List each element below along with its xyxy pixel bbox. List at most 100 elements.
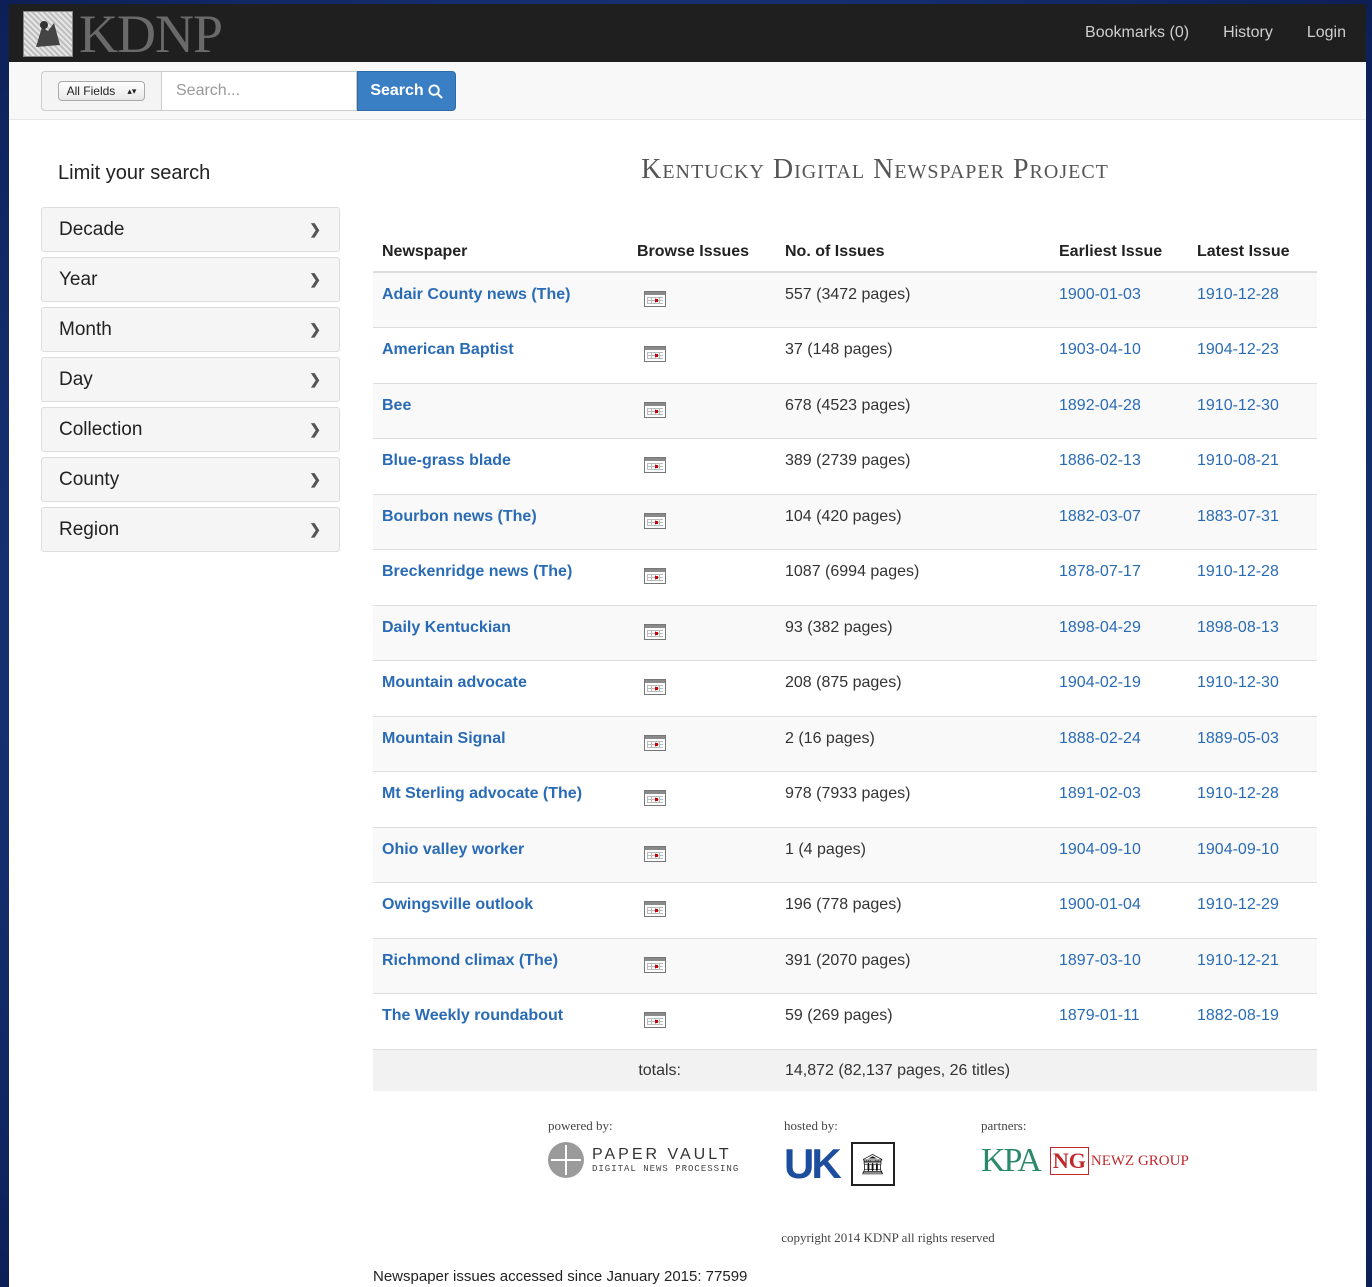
latest-issue-link[interactable]: 1910-08-21: [1197, 452, 1279, 469]
search-field-select[interactable]: All Fields ▴▾: [41, 71, 161, 111]
facet-decade[interactable]: Decade ❯: [41, 207, 340, 252]
earliest-issue-link[interactable]: 1882-03-07: [1059, 508, 1141, 525]
latest-issue-link[interactable]: 1910-12-28: [1197, 286, 1279, 303]
totals-value: 14,872 (82,137 pages, 26 titles): [776, 1048, 1317, 1091]
latest-cell: 1910-12-28: [1188, 271, 1317, 328]
earliest-issue-link[interactable]: 1897-03-10: [1059, 952, 1141, 969]
newspaper-link[interactable]: Mt Sterling advocate (The): [382, 785, 582, 802]
calendar-icon[interactable]: [644, 623, 666, 640]
top-navbar: KDNP Bookmarks (0) History Login: [9, 4, 1366, 62]
newspaper-link[interactable]: The Weekly roundabout: [382, 1007, 563, 1024]
latest-issue-link[interactable]: 1910-12-28: [1197, 563, 1279, 580]
newspaper-link[interactable]: Ohio valley worker: [382, 841, 524, 858]
earliest-issue-link[interactable]: 1886-02-13: [1059, 452, 1141, 469]
search-button[interactable]: Search: [357, 71, 456, 111]
newspaper-link[interactable]: Blue-grass blade: [382, 452, 511, 469]
newspaper-link[interactable]: Breckenridge news (The): [382, 563, 572, 580]
facet-year[interactable]: Year ❯: [41, 257, 340, 302]
earliest-cell: 1903-04-10: [1050, 327, 1188, 383]
newspaper-link[interactable]: Richmond climax (The): [382, 952, 558, 969]
login-link[interactable]: Login: [1307, 24, 1346, 42]
earliest-issue-link[interactable]: 1879-01-11: [1059, 1007, 1140, 1024]
uk-logo[interactable]: UK 🏛: [784, 1140, 895, 1188]
calendar-icon[interactable]: [644, 568, 666, 584]
calendar-icon[interactable]: [644, 901, 666, 917]
earliest-cell: 1888-02-24: [1050, 715, 1188, 772]
browse-cell: [628, 882, 776, 938]
earliest-cell: 1882-03-07: [1050, 493, 1188, 550]
newspaper-link[interactable]: Mountain advocate: [382, 674, 527, 691]
table-row: Mountain Signal 2 (16 pages) 1888-02-24 188…: [373, 715, 1317, 772]
latest-cell: 1883-07-31: [1188, 493, 1317, 550]
latest-issue-link[interactable]: 1910-12-21: [1197, 952, 1279, 969]
latest-issue-link[interactable]: 1910-12-28: [1197, 785, 1279, 802]
facet-region[interactable]: Region ❯: [41, 507, 340, 552]
earliest-issue-link[interactable]: 1892-04-28: [1059, 397, 1141, 414]
latest-cell: 1910-12-30: [1188, 660, 1317, 716]
earliest-issue-link[interactable]: 1898-04-29: [1059, 619, 1141, 636]
calendar-icon[interactable]: [644, 457, 666, 473]
latest-issue-link[interactable]: 1898-08-13: [1197, 619, 1279, 636]
earliest-issue-link[interactable]: 1888-02-24: [1059, 730, 1141, 747]
calendar-icon[interactable]: [644, 401, 666, 418]
latest-issue-link[interactable]: 1904-12-23: [1197, 341, 1279, 358]
latest-issue-link[interactable]: 1910-12-29: [1197, 896, 1279, 913]
newspaper-link[interactable]: Mountain Signal: [382, 730, 506, 747]
powered-by-label: powered by:: [548, 1118, 613, 1133]
earliest-issue-link[interactable]: 1904-09-10: [1059, 841, 1141, 858]
ng-logo: NG: [1049, 1147, 1089, 1175]
latest-cell: 1910-08-21: [1188, 438, 1317, 494]
calendar-icon[interactable]: [644, 790, 666, 806]
calendar-icon[interactable]: [644, 346, 666, 362]
issues-cell: 678 (4523 pages): [776, 382, 1050, 439]
issues-cell: 1087 (6994 pages): [776, 549, 1050, 605]
earliest-issue-link[interactable]: 1904-02-19: [1059, 674, 1141, 691]
history-link[interactable]: History: [1223, 24, 1273, 42]
calendar-icon[interactable]: [644, 845, 666, 862]
facet-month[interactable]: Month ❯: [41, 307, 340, 352]
newspaper-link[interactable]: Daily Kentuckian: [382, 619, 511, 636]
facet-label: Month: [59, 318, 112, 340]
table-row: Bourbon news (The) 104 (420 pages) 1882-03…: [373, 493, 1317, 550]
partner-logos-group[interactable]: KPA NG NEWZ GROUP: [981, 1142, 1189, 1180]
chevron-right-icon: ❯: [309, 321, 321, 337]
facet-county[interactable]: County ❯: [41, 457, 340, 502]
latest-issue-link[interactable]: 1889-05-03: [1197, 730, 1279, 747]
calendar-icon[interactable]: [644, 512, 666, 529]
search-button-label: Search: [370, 82, 424, 99]
search-group: All Fields ▴▾ Search: [41, 71, 456, 111]
bookmarks-link[interactable]: Bookmarks (0): [1085, 24, 1189, 42]
newspaper-link[interactable]: Owingsville outlook: [382, 896, 533, 913]
search-input[interactable]: [161, 71, 357, 111]
facet-day[interactable]: Day ❯: [41, 357, 340, 402]
newspaper-link[interactable]: Adair County news (The): [382, 286, 570, 303]
brand-logo[interactable]: KDNP: [23, 7, 223, 61]
latest-issue-link[interactable]: 1882-08-19: [1197, 1007, 1279, 1024]
newspaper-link[interactable]: Bee: [382, 397, 411, 414]
newspaper-link[interactable]: American Baptist: [382, 341, 514, 358]
latest-issue-link[interactable]: 1904-09-10: [1197, 841, 1279, 858]
table-row: Richmond climax (The) 391 (2070 pages) 189…: [373, 937, 1317, 994]
earliest-issue-link[interactable]: 1878-07-17: [1059, 563, 1141, 580]
calendar-icon[interactable]: [644, 734, 666, 751]
paper-vault-logo[interactable]: PAPER VAULT DIGITAL NEWS PROCESSING: [548, 1142, 739, 1178]
facet-collection[interactable]: Collection ❯: [41, 407, 340, 452]
earliest-issue-link[interactable]: 1900-01-03: [1059, 286, 1141, 303]
latest-issue-link[interactable]: 1910-12-30: [1197, 674, 1279, 691]
earliest-issue-link[interactable]: 1903-04-10: [1059, 341, 1141, 358]
earliest-issue-link[interactable]: 1891-02-03: [1059, 785, 1141, 802]
newspaper-link[interactable]: Bourbon news (The): [382, 508, 537, 525]
calendar-icon[interactable]: [644, 679, 666, 695]
table-row: Mt Sterling advocate (The) 978 (7933 page…: [373, 771, 1317, 827]
earliest-cell: 1878-07-17: [1050, 549, 1188, 605]
chevron-right-icon: ❯: [309, 221, 321, 237]
calendar-icon[interactable]: [644, 291, 666, 307]
latest-issue-link[interactable]: 1883-07-31: [1197, 508, 1279, 525]
search-field-dropdown[interactable]: All Fields ▴▾: [57, 81, 146, 101]
earliest-issue-link[interactable]: 1900-01-04: [1059, 896, 1141, 913]
calendar-icon[interactable]: [644, 1012, 666, 1028]
latest-issue-link[interactable]: 1910-12-30: [1197, 397, 1279, 414]
calendar-icon[interactable]: [644, 956, 666, 973]
issues-cell: 2 (16 pages): [776, 715, 1050, 772]
latest-cell: 1910-12-30: [1188, 382, 1317, 439]
